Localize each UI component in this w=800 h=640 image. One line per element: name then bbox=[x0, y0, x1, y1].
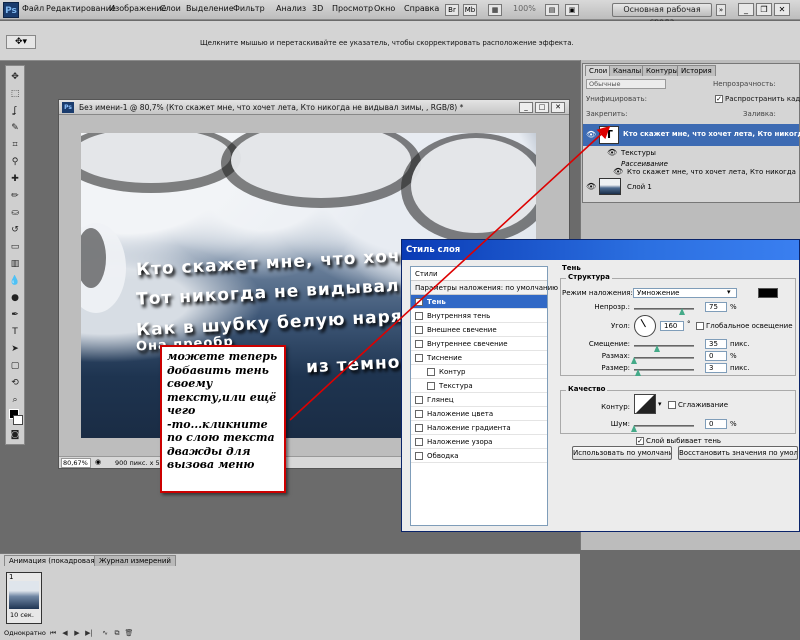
tutorial-arrow bbox=[289, 125, 611, 421]
